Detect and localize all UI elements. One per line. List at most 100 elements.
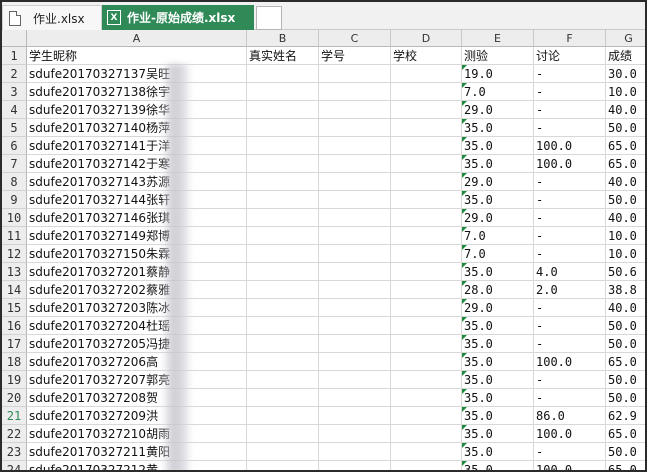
row-header[interactable]: 9 (2, 191, 27, 209)
table-cell[interactable]: 35.0 (462, 407, 534, 425)
table-cell[interactable]: 50.0 (606, 443, 645, 461)
table-cell[interactable]: 40.0 (606, 299, 645, 317)
table-cell[interactable] (247, 389, 319, 407)
table-cell[interactable] (391, 263, 462, 281)
table-cell[interactable]: 65.0 (606, 137, 645, 155)
table-cell[interactable] (247, 245, 319, 263)
table-cell[interactable] (391, 425, 462, 443)
row-header[interactable]: 5 (2, 119, 27, 137)
table-cell[interactable]: 65.0 (606, 155, 645, 173)
row-header[interactable]: 14 (2, 281, 27, 299)
table-cell[interactable]: 29.0 (462, 209, 534, 227)
row-header[interactable]: 13 (2, 263, 27, 281)
tab-raw-grades-xlsx[interactable]: X 作业-原始成绩.xlsx (102, 5, 254, 30)
table-cell[interactable]: - (534, 371, 606, 389)
row-header[interactable]: 12 (2, 245, 27, 263)
table-cell[interactable]: 38.8 (606, 281, 645, 299)
table-cell[interactable]: 35.0 (462, 353, 534, 371)
table-cell[interactable]: sdufe20170327204杜瑶 (27, 317, 247, 335)
column-header-d[interactable]: D (391, 30, 462, 47)
row-header[interactable]: 1 (2, 47, 27, 65)
table-cell[interactable]: 35.0 (462, 317, 534, 335)
table-cell[interactable] (391, 119, 462, 137)
row-header[interactable]: 10 (2, 209, 27, 227)
table-cell[interactable]: sdufe20170327206高 (27, 353, 247, 371)
table-cell[interactable]: sdufe20170327207郭亮 (27, 371, 247, 389)
row-header[interactable]: 24 (2, 461, 27, 470)
table-cell[interactable]: 100.0 (534, 155, 606, 173)
table-cell[interactable]: 50.0 (606, 389, 645, 407)
table-cell[interactable] (391, 461, 462, 470)
select-all-corner[interactable] (2, 30, 27, 47)
table-cell[interactable]: 28.0 (462, 281, 534, 299)
table-cell[interactable] (247, 209, 319, 227)
table-cell[interactable] (319, 245, 391, 263)
table-cell[interactable] (247, 425, 319, 443)
row-header[interactable]: 4 (2, 101, 27, 119)
table-cell[interactable] (319, 461, 391, 470)
table-cell[interactable] (391, 353, 462, 371)
table-cell[interactable] (391, 101, 462, 119)
table-cell[interactable] (319, 425, 391, 443)
table-cell[interactable] (319, 317, 391, 335)
table-cell[interactable]: 30.0 (606, 65, 645, 83)
table-cell[interactable] (391, 317, 462, 335)
table-cell[interactable]: - (534, 65, 606, 83)
header-cell[interactable]: 成绩 (606, 47, 645, 65)
table-cell[interactable]: 50.6 (606, 263, 645, 281)
table-cell[interactable] (247, 119, 319, 137)
table-cell[interactable]: - (534, 227, 606, 245)
column-header-b[interactable]: B (247, 30, 319, 47)
table-cell[interactable]: sdufe20170327142于寒 (27, 155, 247, 173)
table-cell[interactable] (319, 83, 391, 101)
table-cell[interactable] (391, 137, 462, 155)
table-cell[interactable]: 40.0 (606, 101, 645, 119)
table-cell[interactable]: 35.0 (462, 191, 534, 209)
table-cell[interactable]: 4.0 (534, 263, 606, 281)
table-cell[interactable]: 2.0 (534, 281, 606, 299)
table-cell[interactable]: 10.0 (606, 83, 645, 101)
table-cell[interactable] (247, 191, 319, 209)
table-cell[interactable] (319, 119, 391, 137)
table-cell[interactable] (391, 281, 462, 299)
table-cell[interactable]: 50.0 (606, 317, 645, 335)
table-cell[interactable]: - (534, 299, 606, 317)
row-header[interactable]: 16 (2, 317, 27, 335)
table-cell[interactable]: sdufe20170327140杨萍 (27, 119, 247, 137)
table-cell[interactable]: 50.0 (606, 371, 645, 389)
table-cell[interactable]: 19.0 (462, 65, 534, 83)
table-cell[interactable] (391, 407, 462, 425)
new-tab-button[interactable] (256, 6, 282, 30)
table-cell[interactable]: - (534, 317, 606, 335)
table-cell[interactable] (319, 173, 391, 191)
table-cell[interactable] (319, 227, 391, 245)
table-cell[interactable]: 65.0 (606, 353, 645, 371)
table-cell[interactable]: - (534, 173, 606, 191)
table-cell[interactable]: 29.0 (462, 299, 534, 317)
table-cell[interactable]: 40.0 (606, 173, 645, 191)
table-cell[interactable] (247, 461, 319, 470)
table-cell[interactable]: 65.0 (606, 461, 645, 470)
table-cell[interactable] (319, 389, 391, 407)
table-cell[interactable] (247, 173, 319, 191)
table-cell[interactable] (247, 227, 319, 245)
table-cell[interactable]: sdufe20170327203陈冰 (27, 299, 247, 317)
row-header[interactable]: 21 (2, 407, 27, 425)
table-cell[interactable]: - (534, 443, 606, 461)
table-cell[interactable]: 7.0 (462, 227, 534, 245)
header-cell[interactable]: 讨论 (534, 47, 606, 65)
row-header[interactable]: 19 (2, 371, 27, 389)
table-cell[interactable]: 35.0 (462, 335, 534, 353)
table-cell[interactable]: 35.0 (462, 389, 534, 407)
table-cell[interactable] (319, 299, 391, 317)
row-header[interactable]: 20 (2, 389, 27, 407)
table-cell[interactable]: sdufe20170327138徐宇 (27, 83, 247, 101)
table-cell[interactable] (391, 173, 462, 191)
table-cell[interactable] (319, 335, 391, 353)
table-cell[interactable] (247, 101, 319, 119)
table-cell[interactable] (319, 407, 391, 425)
table-cell[interactable] (247, 353, 319, 371)
table-cell[interactable] (391, 83, 462, 101)
table-cell[interactable] (319, 281, 391, 299)
table-cell[interactable] (247, 443, 319, 461)
